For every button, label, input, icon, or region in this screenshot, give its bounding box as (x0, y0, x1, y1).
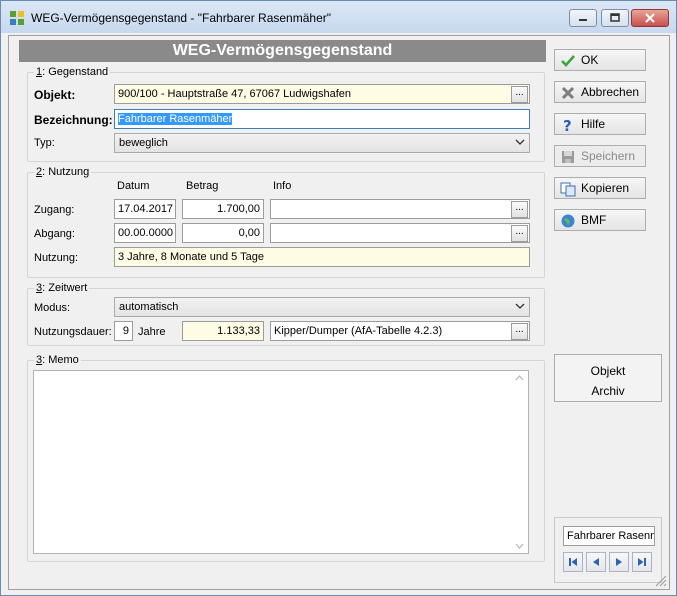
ok-label: OK (581, 53, 599, 67)
save-icon (562, 151, 574, 163)
app-icon (10, 11, 24, 25)
first-record-button[interactable] (563, 552, 583, 572)
hilfe-button[interactable]: ? Hilfe (554, 113, 646, 135)
checkmark-icon (561, 55, 575, 67)
last-icon (638, 558, 646, 566)
close-icon (645, 13, 655, 23)
page-title: WEG-Vermögensgegenstand (19, 40, 546, 62)
minimize-button[interactable] (569, 9, 597, 27)
bezeichnung-label: Bezeichnung: (34, 113, 113, 127)
modus-select[interactable]: automatisch (114, 297, 530, 317)
kopieren-button[interactable]: Kopieren (554, 177, 646, 199)
typ-value: beweglich (119, 137, 168, 149)
objekt-archiv-button[interactable]: Objekt Archiv (554, 354, 662, 402)
jahre-label: Jahre (138, 326, 166, 338)
typ-label: Typ: (34, 137, 55, 149)
abgang-info-input[interactable] (270, 223, 530, 243)
copy-icon (560, 182, 576, 197)
abgang-label: Abgang: (34, 228, 75, 240)
ok-button[interactable]: OK (554, 49, 646, 71)
chevron-down-icon (515, 139, 525, 145)
dialog-body: WEG-Vermögensgegenstand 1: Gegenstand Ob… (8, 35, 670, 590)
previous-record-button[interactable] (586, 552, 606, 572)
modus-value: automatisch (119, 301, 179, 313)
zeitwert-value: 1.133,33 (182, 321, 264, 341)
record-navigator: Fahrbarer Rasenmäher (554, 517, 662, 583)
hilfe-label: Hilfe (581, 117, 606, 131)
memo-scrollbar[interactable] (511, 371, 528, 553)
afa-browse-button[interactable]: ... (511, 323, 528, 340)
cancel-x-icon (561, 86, 575, 100)
next-icon (616, 558, 622, 566)
abgang-betrag-input[interactable]: 0,00 (182, 223, 264, 243)
nutzung-value: 3 Jahre, 8 Monate und 5 Tage (114, 247, 530, 267)
first-icon (569, 558, 577, 566)
globe-icon (561, 214, 575, 228)
next-record-button[interactable] (609, 552, 629, 572)
kopieren-label: Kopieren (581, 181, 630, 195)
memo-legend: 3: Memo (36, 354, 79, 366)
betrag-column-header: Betrag (186, 180, 219, 192)
zugang-betrag-input[interactable]: 1.700,00 (182, 199, 264, 219)
nutzungsdauer-label: Nutzungsdauer: (34, 326, 112, 338)
bmf-button[interactable]: BMF (554, 209, 646, 231)
title-bar[interactable]: WEG-Vermögensgegenstand - "Fahrbarer Ras… (1, 1, 676, 33)
maximize-button[interactable] (601, 9, 629, 27)
bmf-label: BMF (581, 213, 607, 227)
memo-textarea[interactable] (33, 370, 529, 554)
navigator-field[interactable]: Fahrbarer Rasenmäher (563, 526, 655, 546)
bezeichnung-selected-text: Fahrbarer Rasenmäher (118, 113, 233, 125)
dialog-window: WEG-Vermögensgegenstand - "Fahrbarer Ras… (0, 0, 677, 596)
zugang-datum-input[interactable]: 17.04.2017 (114, 199, 176, 219)
chevron-down-icon (515, 303, 525, 309)
maximize-icon (610, 13, 620, 22)
scroll-up-icon[interactable] (515, 375, 524, 381)
nutzungsdauer-input[interactable]: 9 (114, 321, 133, 341)
objekt-label: Objekt: (34, 88, 76, 102)
previous-icon (593, 558, 599, 566)
abbrechen-button[interactable]: Abbrechen (554, 81, 646, 103)
scroll-down-icon[interactable] (515, 543, 524, 549)
archiv-label-btn: Archiv (591, 384, 625, 398)
typ-select[interactable]: beweglich (114, 133, 530, 153)
gegenstand-legend: 1: Gegenstand (36, 66, 109, 78)
window-title: WEG-Vermögensgegenstand - "Fahrbarer Ras… (31, 11, 331, 25)
zugang-label: Zugang: (34, 204, 75, 216)
minimize-icon (579, 19, 587, 21)
svg-text:?: ? (563, 117, 572, 133)
objekt-label-btn: Objekt (590, 364, 626, 378)
speichern-button[interactable]: Speichern (554, 145, 646, 167)
datum-column-header: Datum (117, 180, 150, 192)
zugang-info-browse-button[interactable]: ... (511, 201, 528, 218)
bezeichnung-input[interactable]: Fahrbarer Rasenmäher (114, 109, 530, 129)
close-button[interactable] (631, 9, 669, 27)
objekt-browse-button[interactable]: ... (511, 86, 528, 103)
zeitwert-legend: 3: Zeitwert (36, 282, 88, 294)
abbrechen-label: Abbrechen (581, 85, 640, 99)
abgang-info-browse-button[interactable]: ... (511, 225, 528, 242)
nutzung-legend: 2: Nutzung (36, 166, 90, 178)
abgang-datum-input[interactable]: 00.00.0000 (114, 223, 176, 243)
zugang-info-input[interactable] (270, 199, 530, 219)
speichern-label: Speichern (581, 149, 636, 163)
modus-label: Modus: (34, 302, 71, 314)
objekt-field[interactable]: 900/100 - Hauptstraße 47, 67067 Ludwigsh… (114, 84, 530, 104)
resize-grip-icon[interactable] (655, 575, 667, 587)
last-record-button[interactable] (632, 552, 652, 572)
info-column-header: Info (273, 180, 292, 192)
afa-tabelle-field[interactable]: Kipper/Dumper (AfA-Tabelle 4.2.3) (270, 321, 530, 341)
help-icon: ? (563, 117, 572, 133)
nutzung-label: Nutzung: (34, 252, 79, 264)
